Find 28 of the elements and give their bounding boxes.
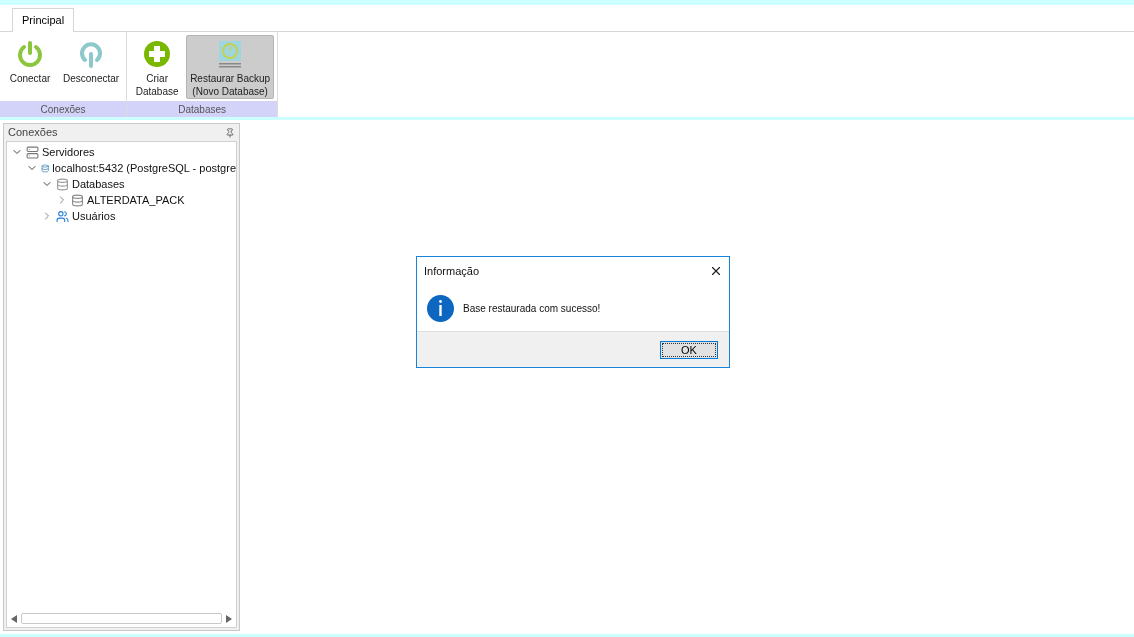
tree-item[interactable]: Usuários [72, 207, 116, 225]
dialog-title: Informação [424, 263, 480, 279]
ribbon-button[interactable]: Criar Database [130, 35, 185, 99]
tree-item[interactable]: Servidores [42, 143, 95, 161]
group-label: Databases [127, 101, 278, 117]
ribbon-button[interactable]: Restaurar Backup (Novo Database) [186, 35, 275, 99]
scroll-right-icon[interactable] [226, 614, 232, 623]
scroll-left-icon[interactable] [11, 614, 17, 623]
close-icon[interactable] [709, 264, 723, 278]
dialog-message: Base restaurada com sucesso! [463, 301, 601, 316]
databases-icon [56, 177, 69, 191]
info-icon [427, 294, 454, 322]
group-label: Conexões [0, 101, 127, 117]
database-icon [71, 193, 84, 207]
ok-button[interactable]: OK [660, 340, 718, 359]
database-server-icon [41, 161, 50, 175]
ribbon-tab[interactable]: Principal [12, 8, 75, 32]
tree-item[interactable]: Databases [72, 175, 125, 193]
add-icon [143, 40, 172, 68]
ribbon-button[interactable]: Desconectar [59, 35, 124, 99]
tree-item[interactable]: ALTERDATA_PACK [87, 191, 185, 209]
server-icon [26, 145, 39, 159]
panel-title: Conexões [8, 125, 58, 141]
ribbon-button[interactable]: Conectar [3, 35, 57, 99]
users-icon [56, 209, 69, 223]
tree-item[interactable]: localhost:5432 (PostgreSQL - postgre [52, 159, 236, 177]
power-icon [16, 40, 44, 68]
pin-icon[interactable] [225, 127, 235, 138]
